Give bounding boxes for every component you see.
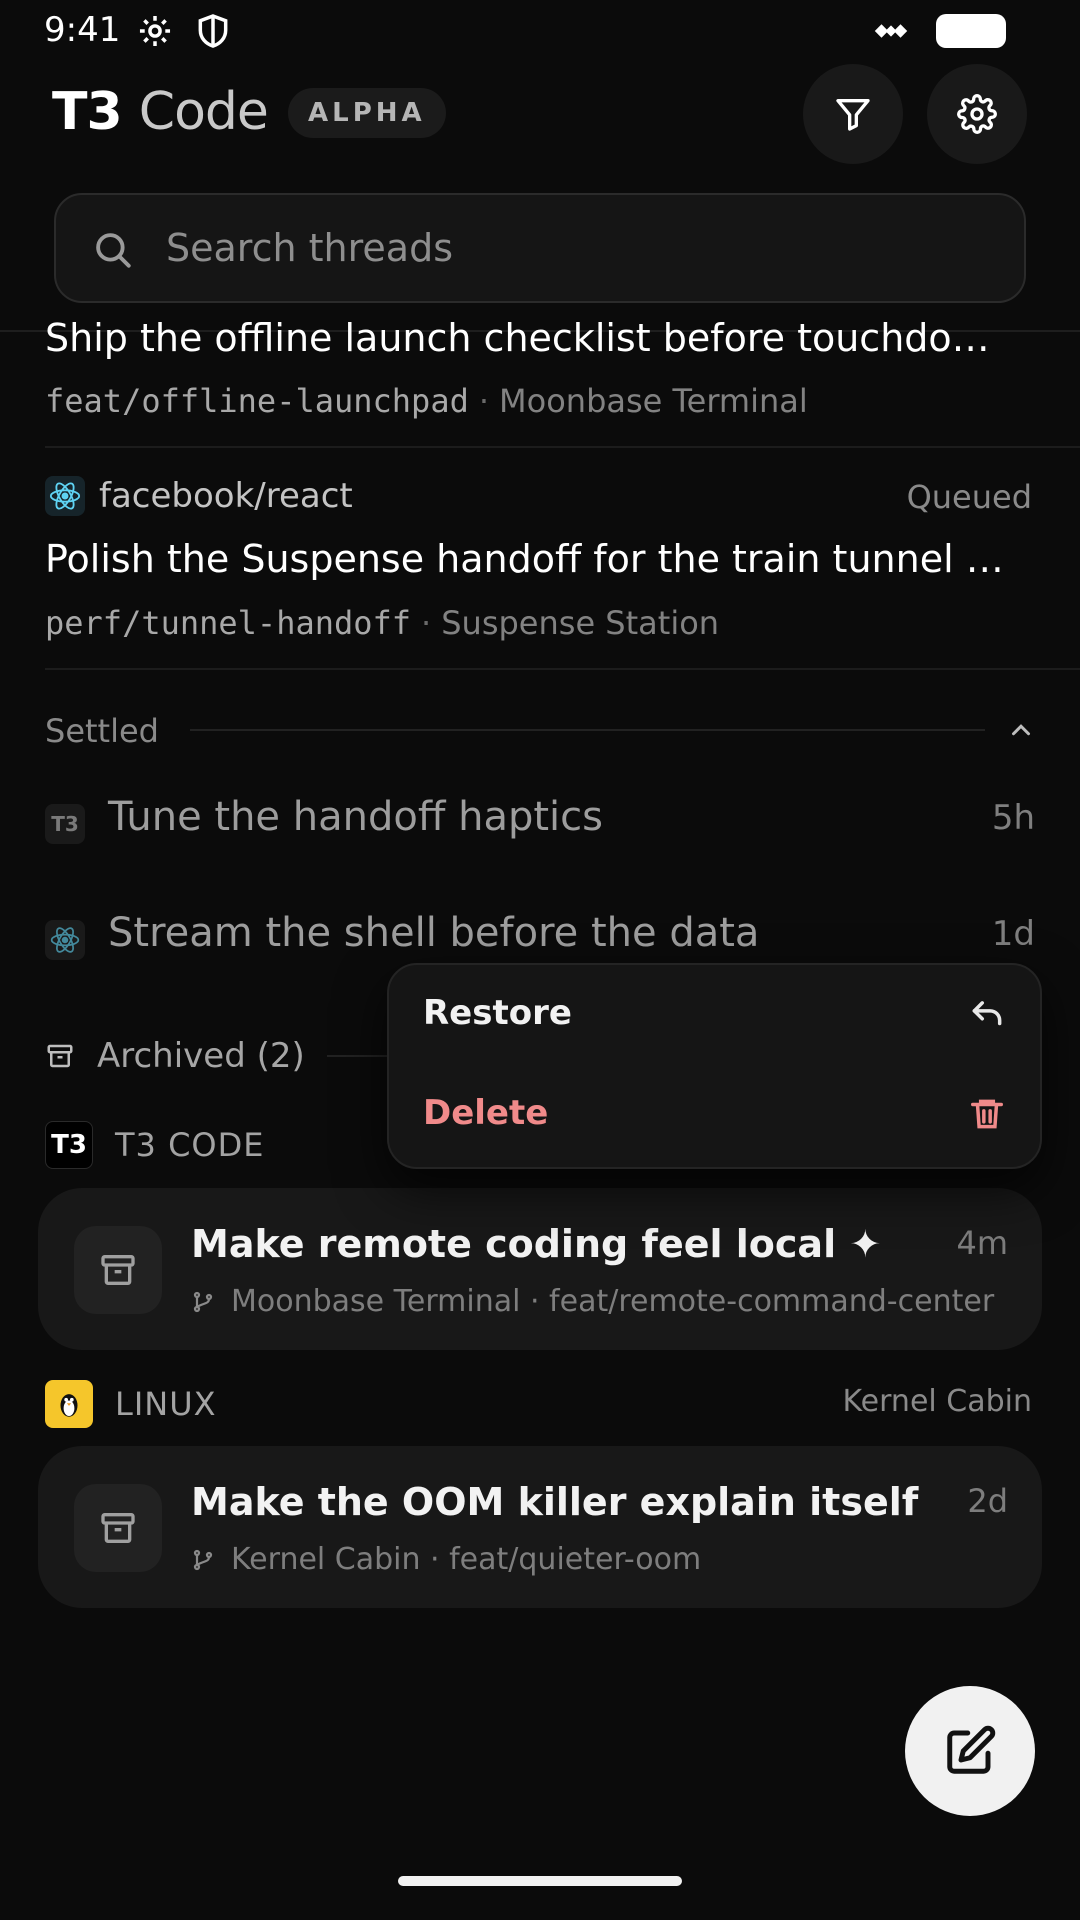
t3-logo-icon: T3 <box>45 804 85 844</box>
card-meta-text: Kernel Cabin · feat/quieter-oom <box>231 1542 702 1577</box>
thread-status: Queued <box>906 478 1032 516</box>
unarchive-button[interactable] <box>74 1484 162 1572</box>
delete-menu-item[interactable]: Delete <box>389 1065 1040 1165</box>
git-branch-icon <box>193 1291 213 1312</box>
gear-icon <box>957 94 997 134</box>
settings-status-icon <box>136 12 174 50</box>
settled-item[interactable]: Stream the shell before the data 1d <box>45 910 1035 970</box>
battery-icon <box>936 14 1006 48</box>
thread-project: Moonbase Terminal <box>499 382 808 420</box>
settled-item-title: Stream the shell before the data <box>108 910 760 956</box>
archive-icon <box>101 1513 135 1543</box>
chevron-up-icon[interactable] <box>1006 715 1036 745</box>
repo-name: facebook/react <box>99 476 353 516</box>
settled-section-label[interactable]: Settled <box>45 712 159 750</box>
thread-branch: perf/tunnel-handoff <box>45 604 412 642</box>
separator-dot: · <box>478 382 490 420</box>
app-title: T3 Code <box>52 82 269 142</box>
section-line <box>190 729 985 731</box>
search-icon <box>96 233 131 268</box>
card-age: 4m <box>956 1224 1008 1262</box>
context-menu: Restore Delete <box>387 963 1042 1169</box>
thread-project: Suspense Station <box>441 604 720 642</box>
card-meta: Kernel Cabin · feat/quieter-oom <box>191 1542 701 1577</box>
status-time: 9:41 <box>44 10 121 50</box>
archive-icon <box>47 1044 73 1068</box>
settled-item-title: Tune the handoff haptics <box>108 794 603 840</box>
group-name: T3 CODE <box>115 1126 265 1164</box>
satellite-status-icon <box>872 12 910 50</box>
thread-branch-line: feat/offline-launchpad · Moonbase Terminal <box>45 382 808 420</box>
t3-logo-icon: T3 <box>45 1121 93 1169</box>
settings-button[interactable] <box>927 64 1027 164</box>
settled-item-age: 5h <box>991 798 1035 838</box>
settled-item-age: 1d <box>991 914 1035 954</box>
archived-thread-card[interactable]: Make the OOM killer explain itself 2d Ke… <box>38 1446 1042 1608</box>
card-title: Make remote coding feel local ✦ <box>191 1222 882 1266</box>
thread-branch-line: perf/tunnel-handoff · Suspense Station <box>45 604 719 642</box>
battery-cap-icon <box>1000 22 1005 40</box>
git-branch-icon <box>193 1549 213 1570</box>
archived-label-text: Archived (2) <box>97 1036 305 1076</box>
new-thread-button[interactable] <box>905 1686 1035 1816</box>
unarchive-button[interactable] <box>74 1226 162 1314</box>
group-header: T3 T3 CODE <box>45 1121 264 1169</box>
archived-thread-card[interactable]: Make remote coding feel local ✦ 4m Moonb… <box>38 1188 1042 1350</box>
penguin-icon <box>45 1380 93 1428</box>
shield-status-icon <box>194 12 232 50</box>
restore-menu-item[interactable]: Restore <box>389 965 1040 1065</box>
status-bar: 9:41 <box>0 0 1080 60</box>
thread-repo: facebook/react <box>45 476 353 516</box>
app-title-bold: T3 <box>52 82 123 142</box>
settled-item[interactable]: T3 Tune the handoff haptics 5h <box>45 794 1035 854</box>
separator-dot: · <box>421 604 432 642</box>
group-name: LINUX <box>115 1385 217 1423</box>
row-divider <box>45 668 1080 670</box>
search-input[interactable] <box>166 195 1006 301</box>
filter-icon <box>836 99 870 131</box>
section-line <box>327 1055 387 1057</box>
thread-title[interactable]: Ship the offline launch checklist before… <box>45 316 1035 360</box>
archive-icon <box>101 1255 135 1285</box>
undo-icon <box>968 995 1006 1033</box>
archived-section-label[interactable]: Archived (2) <box>45 1036 305 1076</box>
thread-branch: feat/offline-launchpad <box>45 382 469 420</box>
card-meta-text: Moonbase Terminal · feat/remote-command-… <box>231 1284 995 1319</box>
delete-label: Delete <box>423 1093 549 1133</box>
compose-icon <box>947 1725 996 1774</box>
react-icon <box>45 476 85 516</box>
screen: 9:41 T3 Code ALPHA Ship the offline laun… <box>0 0 1080 1920</box>
card-title: Make the OOM killer explain itself <box>191 1480 919 1524</box>
restore-label: Restore <box>423 993 572 1033</box>
group-project: Kernel Cabin <box>842 1384 1032 1419</box>
thread-title[interactable]: Polish the Suspense handoff for the trai… <box>45 537 1035 581</box>
home-indicator[interactable] <box>398 1876 682 1886</box>
group-header: LINUX <box>45 1380 217 1428</box>
filter-button[interactable] <box>803 64 903 164</box>
trash-icon <box>968 1095 1006 1133</box>
alpha-badge: ALPHA <box>288 88 446 138</box>
search-bar[interactable] <box>54 193 1026 303</box>
react-icon <box>45 920 85 960</box>
row-divider <box>45 446 1080 448</box>
card-age: 2d <box>967 1482 1008 1520</box>
app-title-light: Code <box>138 82 269 142</box>
card-meta: Moonbase Terminal · feat/remote-command-… <box>191 1284 994 1319</box>
